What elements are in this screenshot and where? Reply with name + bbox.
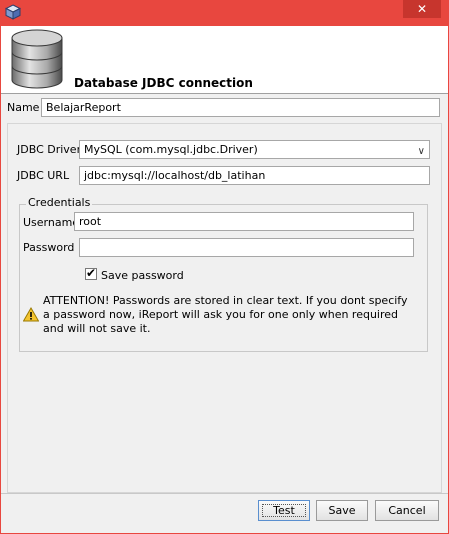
footer-separator — [1, 493, 448, 494]
chevron-down-icon[interactable]: ∨ — [418, 143, 425, 158]
database-icon — [11, 29, 63, 89]
jdbc-url-label: JDBC URL — [17, 169, 70, 182]
save-button[interactable]: Save — [316, 500, 368, 521]
password-label: Password — [23, 241, 75, 254]
jdbc-driver-value: MySQL (com.mysql.jdbc.Driver) — [84, 143, 258, 156]
save-password-checkbox[interactable]: ✔ — [85, 266, 97, 280]
focus-ring — [262, 504, 306, 517]
dialog-header: Database JDBC connection — [1, 26, 448, 93]
password-field[interactable] — [79, 238, 414, 257]
save-button-label: Save — [328, 504, 356, 517]
name-field[interactable]: BelajarReport — [41, 98, 440, 117]
credentials-legend: Credentials — [26, 196, 93, 209]
jdbc-url-field[interactable]: jdbc:mysql://localhost/db_latihan — [79, 166, 430, 185]
dialog-title: Database JDBC connection — [74, 76, 253, 90]
username-field[interactable]: root — [74, 212, 414, 231]
cancel-button-label: Cancel — [388, 504, 426, 517]
warning-icon — [23, 307, 39, 322]
window-close-button[interactable]: ✕ — [403, 0, 441, 18]
dialog-client-area: Database JDBC connection Name BelajarRep… — [1, 26, 448, 533]
checkmark-icon: ✔ — [86, 266, 97, 280]
jdbc-driver-label: JDBC Driver — [17, 143, 82, 156]
app-cube-icon — [5, 4, 21, 20]
cancel-button[interactable]: Cancel — [375, 500, 439, 521]
password-warning-text: ATTENTION! Passwords are stored in clear… — [43, 294, 408, 335]
username-label: Username — [23, 216, 80, 229]
save-password-label[interactable]: Save password — [101, 269, 184, 282]
name-label: Name — [7, 101, 40, 114]
window-titlebar: ✕ — [0, 0, 449, 26]
jdbc-driver-select[interactable]: MySQL (com.mysql.jdbc.Driver) ∨ — [79, 140, 430, 159]
test-button[interactable]: Test — [258, 500, 310, 521]
header-separator — [1, 93, 448, 94]
